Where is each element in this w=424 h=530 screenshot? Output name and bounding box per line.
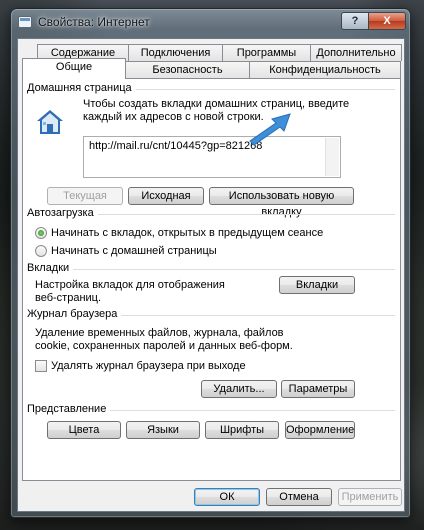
cancel-button[interactable]: Отмена — [266, 488, 332, 506]
dialog-client-area: Содержание Подключения Программы Дополни… — [17, 38, 405, 512]
appearance-group-title: Представление — [27, 403, 111, 415]
homepage-group-title: Домашняя страница — [27, 82, 136, 94]
homepage-description: Чтобы создать вкладки домашних страниц, … — [83, 98, 350, 123]
close-button[interactable]: X — [368, 12, 406, 30]
homepage-url-field[interactable]: http://mail.ru/cnt/10445?gp=821268 — [83, 136, 341, 178]
homepage-url-value: http://mail.ru/cnt/10445?gp=821268 — [89, 140, 263, 152]
tabs-settings-button[interactable]: Вкладки — [279, 276, 355, 294]
startup-tabs-radio[interactable] — [35, 227, 47, 239]
tab-privacy[interactable]: Конфиденциальность — [249, 61, 401, 78]
house-icon — [37, 110, 63, 134]
annotation-arrow-icon — [249, 113, 291, 146]
url-field-scrollbar[interactable] — [325, 138, 339, 176]
delete-on-exit-checkbox[interactable] — [35, 360, 47, 372]
tabs-group-title: Вкладки — [27, 262, 74, 274]
colors-button[interactable]: Цвета — [47, 421, 121, 439]
accessibility-button[interactable]: Оформление — [285, 421, 355, 439]
use-current-button[interactable]: Текущая — [47, 187, 123, 205]
apply-button[interactable]: Применить — [338, 488, 402, 506]
delete-on-exit-label[interactable]: Удалять журнал браузера при выходе — [51, 360, 246, 372]
window-title: Свойства: Интернет — [38, 15, 150, 29]
help-button[interactable]: ? — [341, 12, 369, 30]
history-settings-button[interactable]: Параметры — [281, 380, 355, 398]
tab-programs[interactable]: Программы — [222, 44, 311, 61]
tabs-description: Настройка вкладок для отображения веб-ст… — [35, 279, 225, 304]
languages-button[interactable]: Языки — [126, 421, 200, 439]
startup-home-label[interactable]: Начинать с домашней страницы — [51, 245, 217, 257]
window-icon — [18, 16, 32, 28]
tab-security[interactable]: Безопасность — [125, 61, 250, 78]
use-default-button[interactable]: Исходная — [128, 187, 204, 205]
use-new-tab-button[interactable]: Использовать новую вкладку — [209, 187, 354, 218]
tab-advanced[interactable]: Дополнительно — [310, 44, 402, 61]
divider — [27, 269, 395, 270]
tab-connections[interactable]: Подключения — [128, 44, 223, 61]
startup-group-title: Автозагрузка — [27, 207, 98, 219]
general-tab-panel: Домашняя страница Чтобы создать вкладки … — [22, 78, 401, 481]
startup-home-radio[interactable] — [35, 245, 47, 257]
delete-history-button[interactable]: Удалить... — [201, 380, 277, 398]
internet-options-window: Свойства: Интернет ? X Содержание Подклю… — [10, 8, 411, 518]
tab-general[interactable]: Общие — [22, 58, 126, 79]
history-group-title: Журнал браузера — [27, 308, 122, 320]
ok-button[interactable]: ОК — [194, 488, 260, 506]
title-bar[interactable]: Свойства: Интернет ? X — [11, 9, 410, 35]
history-description: Удаление временных файлов, журнала, файл… — [35, 327, 293, 352]
fonts-button[interactable]: Шрифты — [205, 421, 279, 439]
startup-tabs-label[interactable]: Начинать с вкладок, открытых в предыдуще… — [51, 227, 323, 239]
